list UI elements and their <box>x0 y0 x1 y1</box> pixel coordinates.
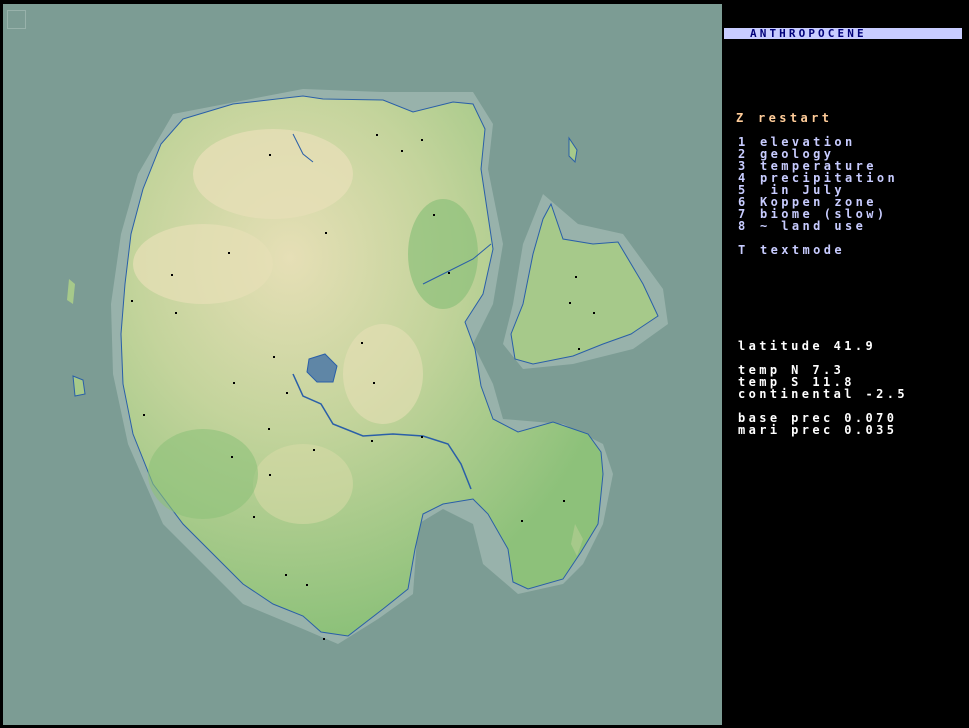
settlement-marker <box>421 436 423 438</box>
settlement-marker <box>228 252 230 254</box>
restart-key: Z <box>736 111 744 125</box>
mari-prec-readout: mari prec 0.035 <box>738 423 898 437</box>
mode-key: 8 <box>738 219 746 233</box>
lowland-east <box>408 199 478 309</box>
textmode-key: T <box>738 243 746 257</box>
settlement-marker <box>253 516 255 518</box>
map-corner-marker <box>7 10 26 29</box>
mountain-range-west <box>133 224 273 304</box>
settlement-marker <box>448 272 450 274</box>
settlement-marker <box>268 428 270 430</box>
settlement-marker <box>373 382 375 384</box>
settlement-marker <box>593 312 595 314</box>
mode-option-land-use[interactable]: 8 ~ land use <box>738 220 866 232</box>
islet-north <box>568 136 578 164</box>
settlement-marker <box>376 134 378 136</box>
map-viewport[interactable] <box>3 4 722 725</box>
latitude-readout: latitude 41.9 <box>738 339 877 353</box>
app-title: ANTHROPOCENE <box>724 28 962 39</box>
settlement-marker <box>433 214 435 216</box>
lowland-southwest <box>148 429 258 519</box>
mountain-range-central <box>343 324 423 424</box>
textmode-label: textmode <box>760 243 845 257</box>
settlement-marker <box>313 449 315 451</box>
settlement-marker <box>361 342 363 344</box>
settlement-marker <box>285 574 287 576</box>
settlement-marker <box>569 302 571 304</box>
settlement-marker <box>131 300 133 302</box>
settlement-marker <box>273 356 275 358</box>
islet-west <box>72 375 86 397</box>
settlement-marker <box>563 500 565 502</box>
settlement-marker <box>286 392 288 394</box>
settlement-marker <box>175 312 177 314</box>
settlement-marker <box>269 474 271 476</box>
settlement-marker <box>325 232 327 234</box>
control-panel: ANTHROPOCENE Zrestart 1 elevation 2 geolog… <box>722 0 969 728</box>
settlement-marker <box>269 154 271 156</box>
settlement-marker <box>233 382 235 384</box>
settlement-marker <box>143 414 145 416</box>
settlement-marker <box>421 139 423 141</box>
islet-west-small <box>67 279 75 304</box>
settlement-marker <box>323 638 325 640</box>
settlement-marker <box>371 440 373 442</box>
settlement-marker <box>521 520 523 522</box>
mountain-range-south <box>253 444 353 524</box>
settlement-marker <box>171 274 173 276</box>
mode-label: ~ land use <box>760 219 867 233</box>
settlement-marker <box>231 456 233 458</box>
settlement-marker <box>578 348 580 350</box>
settlement-marker <box>306 584 308 586</box>
terrain-map[interactable] <box>3 4 722 725</box>
settlement-marker <box>575 276 577 278</box>
restart-label: restart <box>758 111 833 125</box>
textmode-option[interactable]: Ttextmode <box>738 244 845 256</box>
mountain-range-north <box>193 129 353 219</box>
restart-option[interactable]: Zrestart <box>736 112 832 124</box>
settlement-marker <box>401 150 403 152</box>
continental-readout: continental -2.5 <box>738 387 908 401</box>
